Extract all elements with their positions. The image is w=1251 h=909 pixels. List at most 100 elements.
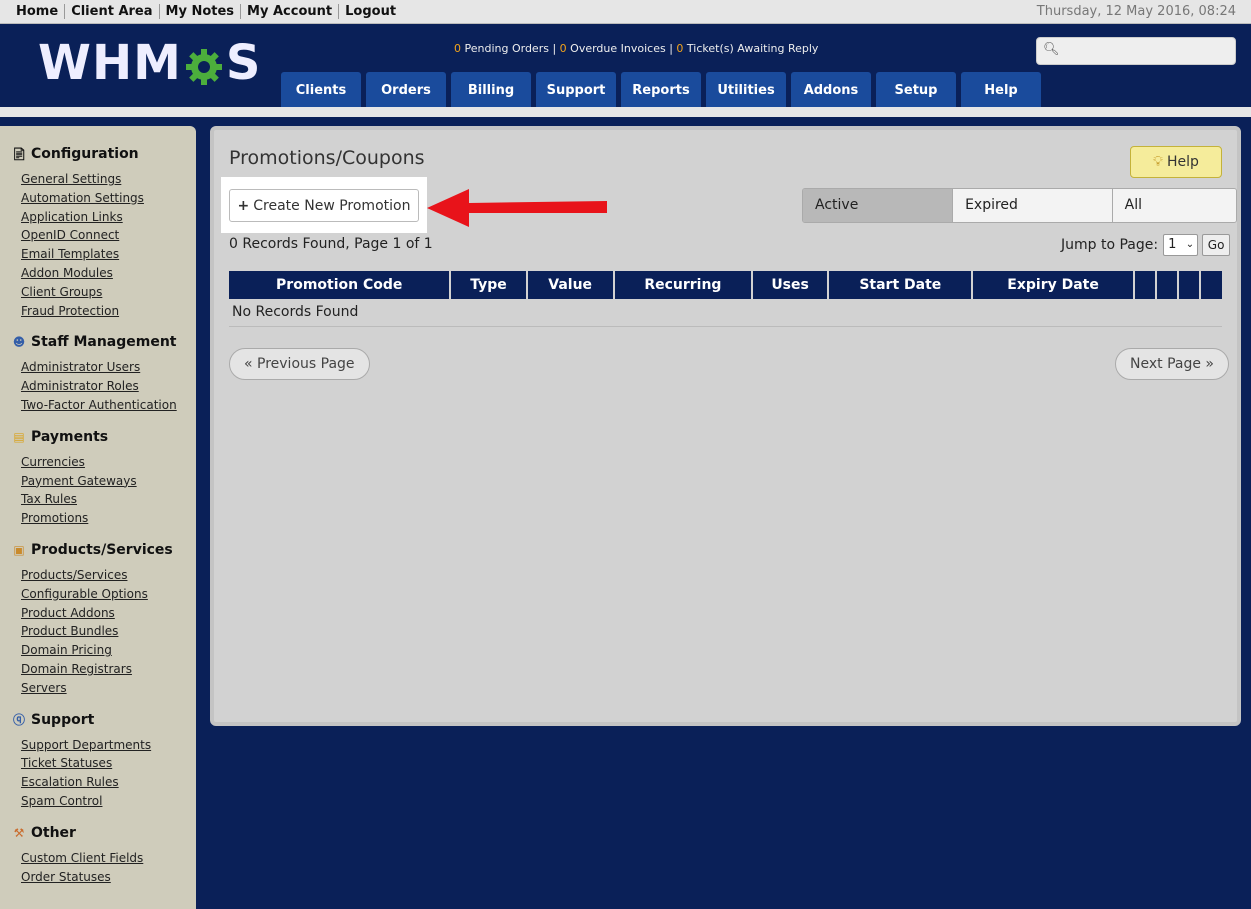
settings-doc-icon: 📄︎ <box>11 147 27 161</box>
top-link-bar: Home Client Area My Notes My Account Log… <box>0 0 1251 24</box>
tickets-awaiting-label[interactable]: Ticket(s) Awaiting Reply <box>683 42 819 55</box>
column-action-3 <box>1176 271 1200 299</box>
previous-page-button[interactable]: « Previous Page <box>229 348 370 380</box>
header-divider <box>0 107 1251 117</box>
sidebar-link-general-settings[interactable]: General Settings <box>11 170 196 189</box>
sidebar-link-currencies[interactable]: Currencies <box>11 453 196 472</box>
next-page-button[interactable]: Next Page » <box>1115 348 1229 380</box>
promotion-filter-tabs: Active Promotions Expired Promotions All… <box>802 188 1237 223</box>
column-recurring[interactable]: Recurring <box>612 271 753 299</box>
sidebar-link-domain-pricing[interactable]: Domain Pricing <box>11 641 196 660</box>
sidebar-section-staff-management: ☻ Staff Management Administrator Users Ad… <box>11 334 196 414</box>
column-action-1 <box>1132 271 1156 299</box>
sidebar-link-products-services[interactable]: Products/Services <box>11 566 196 585</box>
jump-to-page: Jump to Page: 1 ⌄ Go <box>1061 234 1231 256</box>
column-start-date[interactable]: Start Date <box>827 271 973 299</box>
help-button[interactable]: 💡︎ Help <box>1130 146 1222 178</box>
user-icon: ☻ <box>12 335 26 350</box>
pending-orders-label[interactable]: Pending Orders <box>461 42 548 55</box>
gear-logo-icon <box>184 43 224 85</box>
sidebar-link-openid-connect[interactable]: OpenID Connect <box>11 226 196 245</box>
sidebar-link-client-groups[interactable]: Client Groups <box>11 283 196 302</box>
wrench-icon: ⚒ <box>13 825 25 840</box>
search-input[interactable] <box>1059 40 1231 62</box>
search-box: 🔍︎ <box>1036 37 1236 65</box>
sidebar-link-order-statuses[interactable]: Order Statuses <box>11 868 196 887</box>
go-button[interactable]: Go <box>1202 234 1231 256</box>
table-header-row: Promotion Code Type Value Recurring Uses… <box>229 271 1222 299</box>
overdue-invoices-count[interactable]: 0 <box>560 42 567 55</box>
sidebar-section-configuration: 📄︎ Configuration General Settings Automat… <box>11 146 196 320</box>
logout-link[interactable]: Logout <box>338 4 402 19</box>
nav-setup[interactable]: Setup <box>876 72 956 107</box>
sidebar-link-product-addons[interactable]: Product Addons <box>11 604 196 623</box>
home-link[interactable]: Home <box>10 4 64 19</box>
nav-orders[interactable]: Orders <box>366 72 446 107</box>
no-records-text: No Records Found <box>229 299 1222 327</box>
sidebar-link-payment-gateways[interactable]: Payment Gateways <box>11 472 196 491</box>
sidebar-link-support-departments[interactable]: Support Departments <box>11 736 196 755</box>
header-alerts: 0 Pending Orders | 0 Overdue Invoices | … <box>454 42 819 55</box>
my-account-link[interactable]: My Account <box>240 4 338 19</box>
sidebar-link-configurable-options[interactable]: Configurable Options <box>11 585 196 604</box>
top-links: Home Client Area My Notes My Account Log… <box>10 4 402 19</box>
column-action-2 <box>1154 271 1178 299</box>
sidebar-link-automation-settings[interactable]: Automation Settings <box>11 189 196 208</box>
sidebar-link-tax-rules[interactable]: Tax Rules <box>11 490 196 509</box>
tab-expired-promotions[interactable]: Expired Promotions <box>952 189 1112 222</box>
sidebar-section-other: ⚒ Other Custom Client Fields Order Status… <box>11 825 196 887</box>
page-title: Promotions/Coupons <box>229 147 425 169</box>
lightbulb-icon: 💡︎ <box>1153 154 1163 170</box>
whmcs-logo[interactable]: WHM S <box>38 35 261 91</box>
nav-support[interactable]: Support <box>536 72 616 107</box>
sidebar-link-administrator-roles[interactable]: Administrator Roles <box>11 377 196 396</box>
promotions-table: Promotion Code Type Value Recurring Uses… <box>229 271 1222 327</box>
sidebar-link-administrator-users[interactable]: Administrator Users <box>11 358 196 377</box>
sidebar-link-servers[interactable]: Servers <box>11 679 196 698</box>
sidebar-link-promotions[interactable]: Promotions <box>11 509 196 528</box>
question-icon: ⓠ <box>12 713 25 728</box>
records-found-text: 0 Records Found, Page 1 of 1 <box>229 236 433 252</box>
nav-billing[interactable]: Billing <box>451 72 531 107</box>
nav-reports[interactable]: Reports <box>621 72 701 107</box>
nav-addons[interactable]: Addons <box>791 72 871 107</box>
nav-utilities[interactable]: Utilities <box>706 72 786 107</box>
tab-active-promotions[interactable]: Active Promotions <box>803 189 953 222</box>
column-action-4 <box>1198 271 1222 299</box>
sidebar-link-email-templates[interactable]: Email Templates <box>11 245 196 264</box>
jump-to-page-label: Jump to Page: <box>1061 237 1159 253</box>
column-expiry-date[interactable]: Expiry Date <box>971 271 1134 299</box>
sidebar-link-two-factor-authentication[interactable]: Two-Factor Authentication <box>11 396 196 415</box>
nav-clients[interactable]: Clients <box>281 72 361 107</box>
sidebar-link-domain-registrars[interactable]: Domain Registrars <box>11 660 196 679</box>
search-icon: 🔍︎ <box>1043 42 1060 57</box>
sidebar-link-product-bundles[interactable]: Product Bundles <box>11 622 196 641</box>
table-row: No Records Found <box>229 299 1222 327</box>
main-nav: Clients Orders Billing Support Reports U… <box>281 72 1046 107</box>
create-new-promotion-button[interactable]: + Create New Promotion <box>229 189 419 222</box>
column-promotion-code[interactable]: Promotion Code <box>229 271 451 299</box>
pending-orders-count[interactable]: 0 <box>454 42 461 55</box>
chevron-down-icon: ⌄ <box>1185 239 1195 250</box>
sidebar-link-ticket-statuses[interactable]: Ticket Statuses <box>11 754 196 773</box>
column-type[interactable]: Type <box>449 271 527 299</box>
current-datetime: Thursday, 12 May 2016, 08:24 <box>1036 4 1236 19</box>
client-area-link[interactable]: Client Area <box>64 4 158 19</box>
column-uses[interactable]: Uses <box>751 271 829 299</box>
sidebar-link-spam-control[interactable]: Spam Control <box>11 792 196 811</box>
coins-icon: ▤ <box>13 429 25 444</box>
my-notes-link[interactable]: My Notes <box>158 4 241 19</box>
sidebar-section-support: ⓠ Support Support Departments Ticket Stat… <box>11 712 196 811</box>
sidebar-link-escalation-rules[interactable]: Escalation Rules <box>11 773 196 792</box>
content-panel: Promotions/Coupons 💡︎ Help + Create New … <box>210 126 1241 726</box>
header: WHM S 0 Pending Orders | 0 Overdue Invoi… <box>0 24 1251 107</box>
sidebar-link-application-links[interactable]: Application Links <box>11 208 196 227</box>
page-select[interactable]: 1 ⌄ <box>1163 234 1199 256</box>
column-value[interactable]: Value <box>525 271 614 299</box>
tab-all-promotions[interactable]: All Promotions <box>1111 189 1236 222</box>
nav-help[interactable]: Help <box>961 72 1041 107</box>
sidebar-link-fraud-protection[interactable]: Fraud Protection <box>11 302 196 321</box>
sidebar-link-custom-client-fields[interactable]: Custom Client Fields <box>11 849 196 868</box>
sidebar-link-addon-modules[interactable]: Addon Modules <box>11 264 196 283</box>
overdue-invoices-label[interactable]: Overdue Invoices <box>567 42 666 55</box>
